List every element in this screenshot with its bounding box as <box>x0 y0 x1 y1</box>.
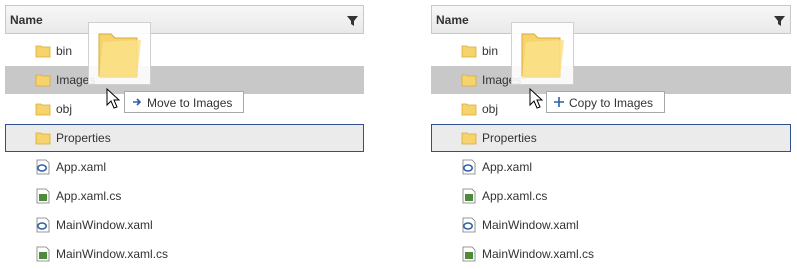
row-label: App.xaml <box>482 160 533 174</box>
row-app-xaml-cs[interactable]: App.xaml.cs <box>431 182 791 210</box>
xaml-file-icon <box>462 217 476 233</box>
plus-icon <box>554 97 564 107</box>
cs-file-icon <box>462 246 476 262</box>
cs-file-icon <box>36 188 50 204</box>
row-label: App.xaml.cs <box>482 189 548 203</box>
column-header-name[interactable]: Name <box>5 5 364 34</box>
row-label: bin <box>482 44 499 58</box>
column-header-title: Name <box>436 13 469 27</box>
tree-list-move: Name bin Images obj Properties App.xaml … <box>5 5 364 267</box>
row-bin[interactable]: bin <box>5 37 364 65</box>
row-mainwindow-xaml-cs[interactable]: MainWindow.xaml.cs <box>5 240 364 268</box>
filter-icon[interactable] <box>774 16 785 26</box>
filter-icon[interactable] <box>347 16 358 26</box>
pointer-cursor-icon <box>529 88 543 109</box>
folder-icon <box>35 74 51 87</box>
folder-icon <box>521 33 564 78</box>
row-label: obj <box>482 102 499 116</box>
row-label: Properties <box>56 131 111 145</box>
row-label: obj <box>56 102 73 116</box>
row-label: MainWindow.xaml.cs <box>482 247 595 261</box>
row-bin[interactable]: bin <box>431 37 791 65</box>
drag-tooltip-copy: Copy to Images <box>546 91 665 113</box>
xaml-file-icon <box>36 159 50 175</box>
folder-icon <box>461 103 477 116</box>
row-label: bin <box>56 44 73 58</box>
row-label: MainWindow.xaml.cs <box>56 247 169 261</box>
xaml-file-icon <box>36 217 50 233</box>
folder-icon <box>461 45 477 58</box>
row-label: MainWindow.xaml <box>482 218 579 232</box>
column-header-name[interactable]: Name <box>431 5 791 34</box>
row-app-xaml[interactable]: App.xaml <box>431 153 791 181</box>
tree-list-copy: Name bin Images obj Properties App.xaml … <box>431 5 791 267</box>
folder-icon <box>461 74 477 87</box>
folder-icon <box>461 132 477 145</box>
row-label: Properties <box>482 131 537 145</box>
drag-preview <box>88 22 151 85</box>
row-label: App.xaml <box>56 160 107 174</box>
column-header-title: Name <box>10 13 43 27</box>
row-app-xaml-cs[interactable]: App.xaml.cs <box>5 182 364 210</box>
pointer-cursor-icon <box>106 88 120 109</box>
row-properties[interactable]: Properties <box>431 124 791 152</box>
folder-icon <box>35 103 51 116</box>
folder-icon <box>35 45 51 58</box>
arrow-right-icon <box>133 98 142 106</box>
folder-icon <box>98 33 141 78</box>
row-app-xaml[interactable]: App.xaml <box>5 153 364 181</box>
cs-file-icon <box>36 246 50 262</box>
drag-preview <box>511 22 574 85</box>
row-mainwindow-xaml[interactable]: MainWindow.xaml <box>431 211 791 239</box>
drag-tooltip-move: Move to Images <box>124 91 244 113</box>
row-mainwindow-xaml-cs[interactable]: MainWindow.xaml.cs <box>431 240 791 268</box>
row-mainwindow-xaml[interactable]: MainWindow.xaml <box>5 211 364 239</box>
row-images[interactable]: Images <box>5 66 364 94</box>
xaml-file-icon <box>462 159 476 175</box>
drag-tooltip-label: Move to Images <box>147 96 233 110</box>
drag-tooltip-label: Copy to Images <box>569 96 654 110</box>
row-images[interactable]: Images <box>431 66 791 94</box>
row-properties[interactable]: Properties <box>5 124 364 152</box>
row-label: App.xaml.cs <box>56 189 122 203</box>
cs-file-icon <box>462 188 476 204</box>
folder-icon <box>35 132 51 145</box>
row-label: MainWindow.xaml <box>56 218 153 232</box>
